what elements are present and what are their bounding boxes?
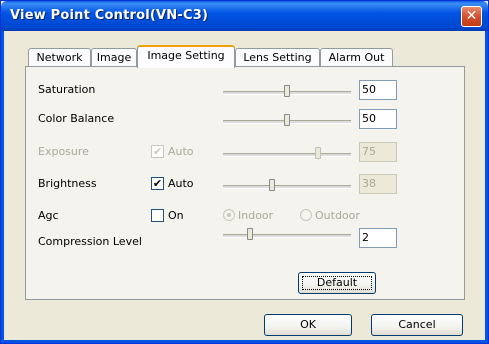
agc-on-label: On (168, 209, 184, 222)
tab-network[interactable]: Network (28, 48, 91, 67)
agc-outdoor-label: Outdoor (315, 209, 360, 222)
compression-level-label: Compression Level (38, 235, 142, 248)
compression-level-slider[interactable] (223, 228, 351, 242)
brightness-label: Brightness (38, 177, 97, 190)
brightness-input[interactable]: 38 (359, 174, 397, 194)
tab-image-setting[interactable]: Image Setting (137, 45, 235, 68)
saturation-input[interactable]: 50 (359, 80, 397, 100)
window-border-left (1, 31, 4, 343)
color-balance-label: Color Balance (38, 112, 115, 125)
brightness-slider-thumb[interactable] (269, 179, 275, 191)
exposure-label: Exposure (38, 145, 89, 158)
close-button[interactable]: ✕ (461, 6, 482, 27)
agc-label: Agc (38, 209, 59, 222)
cancel-button[interactable]: Cancel (371, 314, 463, 336)
saturation-label: Saturation (38, 83, 96, 96)
window-border-bottom (1, 340, 488, 343)
compression-level-slider-thumb[interactable] (247, 228, 253, 240)
check-icon: ✔ (152, 145, 163, 158)
title-bar[interactable]: View Point Control(VN-C3) ✕ (1, 1, 488, 31)
ok-button[interactable]: OK (264, 314, 352, 336)
window-title: View Point Control(VN-C3) (10, 8, 209, 23)
brightness-auto-checkbox[interactable]: ✔ (151, 177, 164, 190)
color-balance-slider[interactable] (223, 114, 351, 128)
check-icon: ✔ (152, 177, 163, 190)
tab-image[interactable]: Image (91, 48, 137, 67)
tab-alarm-out[interactable]: Alarm Out (320, 48, 393, 67)
brightness-slider[interactable] (223, 179, 351, 193)
close-icon: ✕ (465, 8, 478, 24)
agc-indoor-radio[interactable] (223, 209, 235, 221)
exposure-input[interactable]: 75 (359, 142, 397, 162)
exposure-auto-checkbox[interactable]: ✔ (151, 145, 164, 158)
tab-lens-setting[interactable]: Lens Setting (235, 48, 320, 67)
exposure-slider[interactable] (223, 147, 351, 161)
brightness-auto-label: Auto (168, 177, 194, 190)
default-button[interactable]: Default (298, 272, 376, 294)
agc-on-checkbox[interactable] (151, 209, 164, 222)
saturation-slider[interactable] (223, 85, 351, 99)
image-setting-panel: Saturation 50 Color Balance 50 Exposure … (25, 66, 465, 300)
saturation-slider-thumb[interactable] (284, 85, 290, 97)
exposure-slider-thumb[interactable] (315, 147, 321, 159)
color-balance-input[interactable]: 50 (359, 109, 397, 129)
exposure-auto-label: Auto (168, 145, 194, 158)
agc-indoor-label: Indoor (238, 209, 274, 222)
agc-outdoor-radio[interactable] (300, 209, 312, 221)
compression-level-input[interactable]: 2 (359, 228, 397, 248)
dialog-window: View Point Control(VN-C3) ✕ Network Imag… (0, 0, 489, 344)
window-border-right (485, 31, 488, 343)
color-balance-slider-thumb[interactable] (284, 114, 290, 126)
